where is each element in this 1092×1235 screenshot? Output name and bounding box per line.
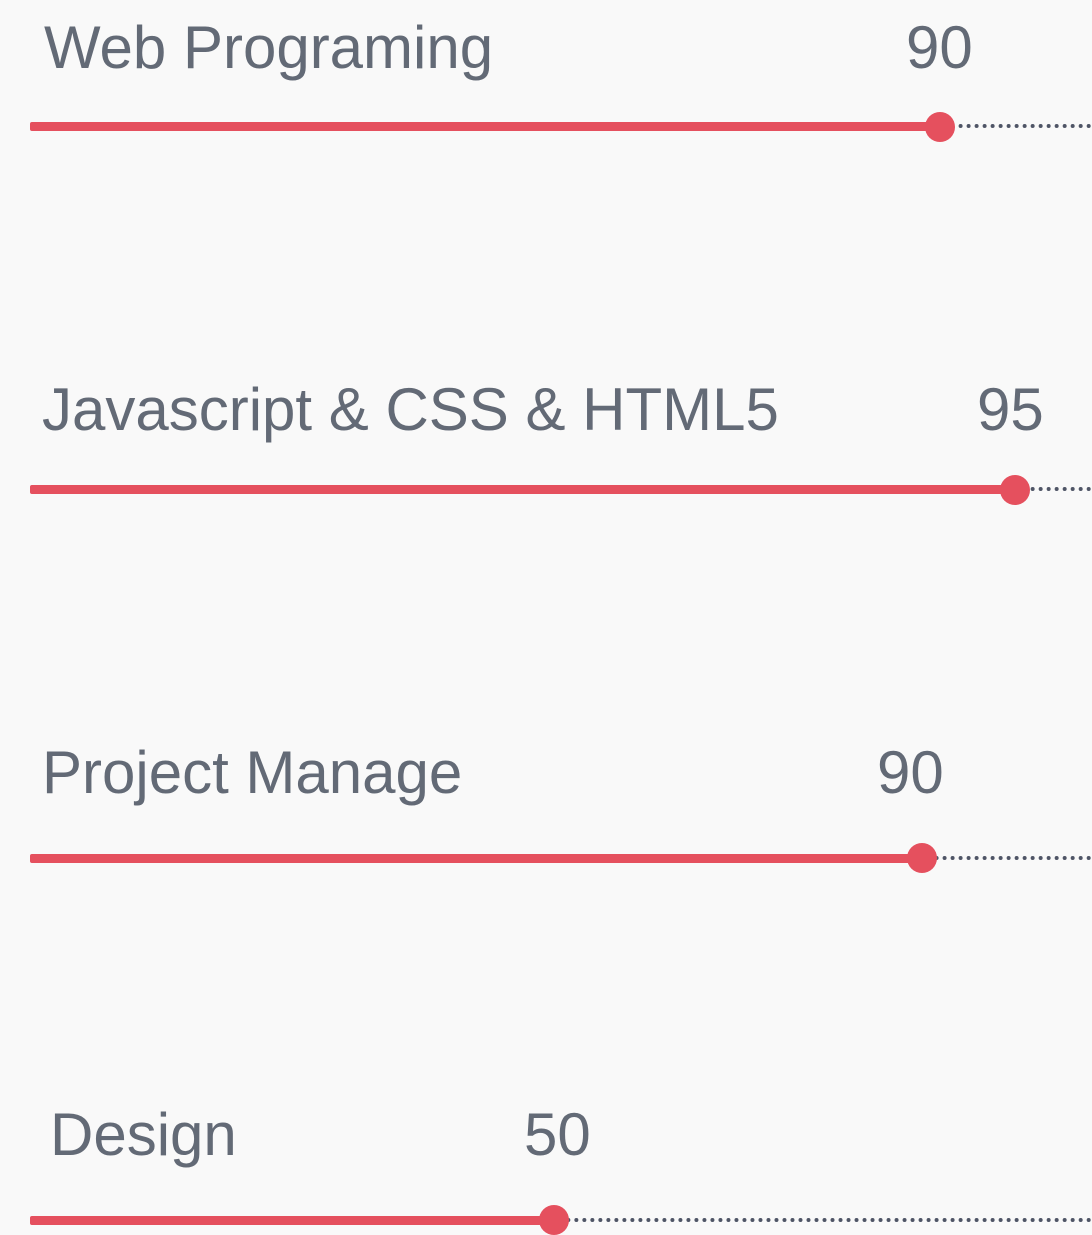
- skill-design: Design 50: [0, 0, 1092, 1235]
- skill-value: 90: [877, 739, 944, 806]
- skill-fill: [30, 854, 922, 863]
- skill-name: Design: [50, 1101, 237, 1168]
- skill-slider-handle[interactable]: [1000, 475, 1030, 505]
- skill-slider-handle[interactable]: [907, 843, 937, 873]
- skill-fill: [30, 1216, 554, 1225]
- skill-name: Project Manage: [42, 739, 463, 806]
- skill-value: 95: [977, 376, 1044, 443]
- skill-slider-handle[interactable]: [539, 1205, 569, 1235]
- skill-fill: [30, 485, 1015, 494]
- skill-value: 50: [524, 1101, 591, 1168]
- skill-name: Javascript & CSS & HTML5: [42, 376, 779, 443]
